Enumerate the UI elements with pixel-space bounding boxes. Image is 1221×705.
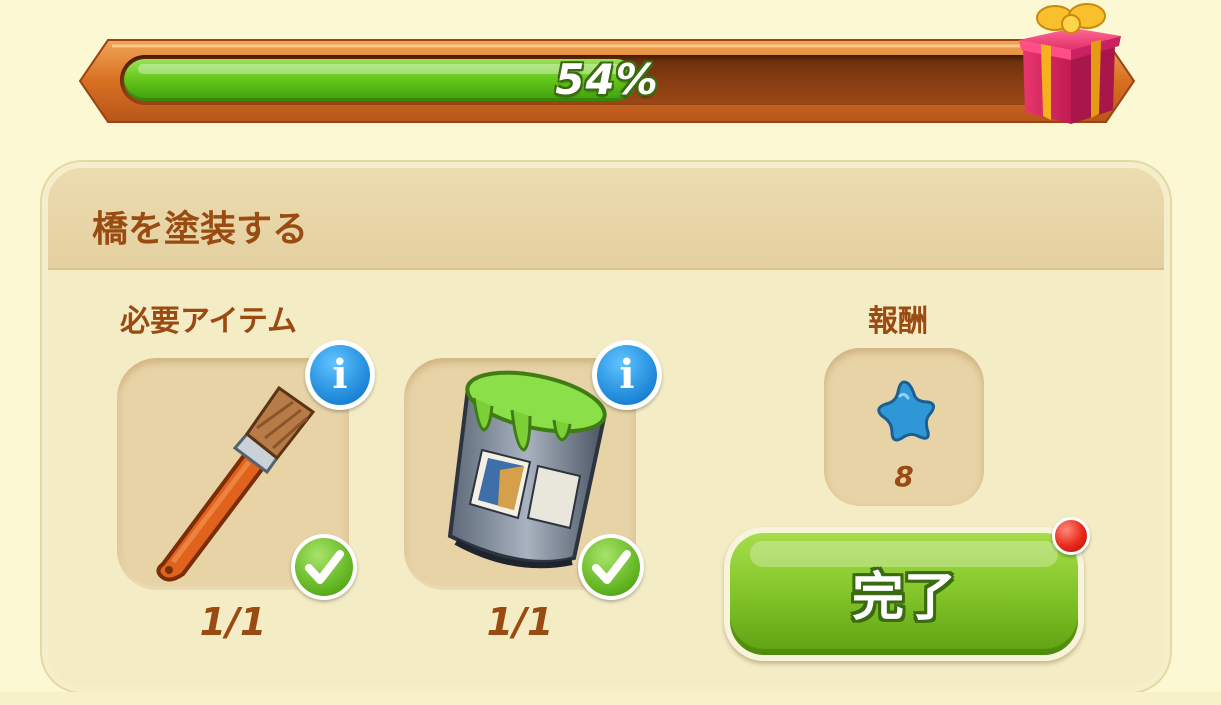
- panel-header: 橋を塗装する: [48, 168, 1164, 270]
- reward-value: 8: [894, 460, 914, 493]
- info-icon[interactable]: i: [305, 340, 375, 410]
- task-screen: 54% 橋を塗装する 必要アイテム 報酬 i 1/1 i 1/1 8 完了: [0, 0, 1221, 705]
- bottom-edge: [0, 692, 1221, 705]
- progress-bar: 54%: [78, 38, 1136, 124]
- complete-button-label: 完了: [851, 568, 956, 628]
- required-items-label: 必要アイテム: [120, 304, 297, 339]
- item-count-paintbrush: 1/1: [199, 600, 267, 644]
- task-title: 橋を塗装する: [92, 209, 309, 250]
- reward-label: 報酬: [868, 304, 928, 339]
- notification-dot: [1052, 517, 1090, 555]
- reward-tile[interactable]: 8: [824, 348, 984, 506]
- gift-box-icon[interactable]: [1015, 0, 1125, 126]
- required-item-paint-bucket[interactable]: i: [404, 340, 662, 600]
- progress-percent-label: 54%: [555, 55, 659, 104]
- item-count-paint-bucket: 1/1: [486, 600, 554, 644]
- complete-button[interactable]: 完了: [724, 527, 1084, 661]
- checkmark-icon: [578, 534, 644, 600]
- checkmark-icon: [291, 534, 357, 600]
- required-item-paintbrush[interactable]: i: [117, 340, 375, 600]
- info-icon[interactable]: i: [592, 340, 662, 410]
- blue-star-icon: [877, 380, 935, 442]
